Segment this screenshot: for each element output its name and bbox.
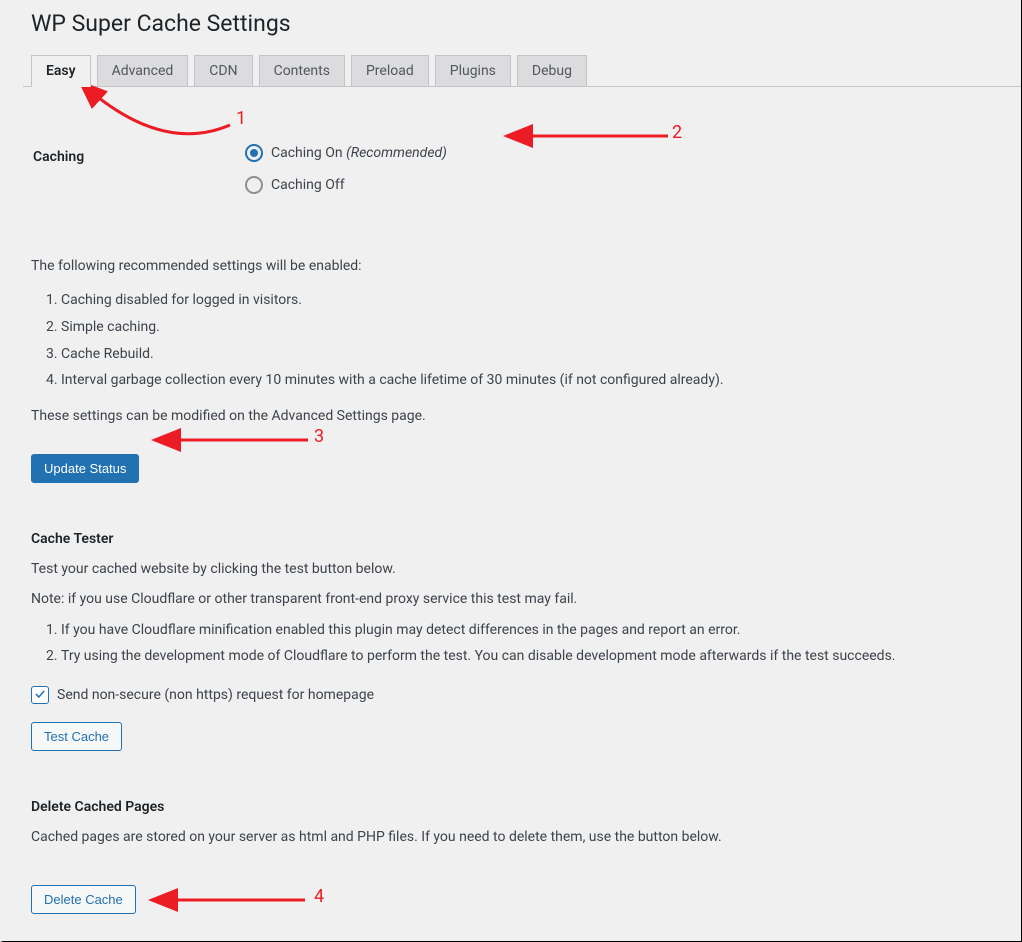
tab-advanced[interactable]: Advanced (97, 55, 189, 87)
tab-contents[interactable]: Contents (259, 55, 345, 87)
recommended-footer: These settings can be modified on the Ad… (31, 408, 993, 424)
list-item: Try using the development mode of Cloudf… (61, 643, 993, 670)
list-item: If you have Cloudflare minification enab… (61, 617, 993, 644)
cache-tester-intro: Test your cached website by clicking the… (31, 561, 993, 577)
radio-on-hint: (Recommended) (346, 145, 447, 161)
tab-plugins[interactable]: Plugins (435, 55, 511, 87)
checkbox-non-secure-label: Send non-secure (non https) request for … (57, 687, 374, 703)
list-item: Caching disabled for logged in visitors. (61, 287, 993, 314)
cache-tester-note: Note: if you use Cloudflare or other tra… (31, 591, 993, 607)
delete-cache-button[interactable]: Delete Cache (31, 885, 136, 914)
cache-tester-heading: Cache Tester (31, 531, 993, 547)
recommended-list: Caching disabled for logged in visitors.… (61, 287, 993, 393)
tab-debug[interactable]: Debug (517, 55, 587, 87)
delete-cached-heading: Delete Cached Pages (31, 799, 993, 815)
radio-on-label: Caching On (271, 145, 346, 161)
tab-preload[interactable]: Preload (351, 55, 429, 87)
radio-caching-off[interactable]: Caching Off (245, 176, 981, 194)
list-item: Simple caching. (61, 314, 993, 341)
checkbox-non-secure[interactable]: ✓ (31, 686, 49, 704)
test-cache-button[interactable]: Test Cache (31, 722, 122, 751)
page-title: WP Super Cache Settings (31, 1, 1001, 41)
caching-heading: Caching (33, 129, 233, 223)
list-item: Cache Rebuild. (61, 341, 993, 368)
list-item: Interval garbage collection every 10 min… (61, 367, 993, 394)
delete-cached-intro: Cached pages are stored on your server a… (31, 829, 993, 845)
tab-easy[interactable]: Easy (31, 55, 91, 87)
tab-bar: Easy Advanced CDN Contents Preload Plugi… (31, 55, 1001, 87)
radio-on-icon (245, 144, 263, 162)
radio-off-label: Caching Off (271, 177, 345, 193)
tab-cdn[interactable]: CDN (194, 55, 252, 87)
update-status-button[interactable]: Update Status (31, 454, 139, 483)
radio-caching-on[interactable]: Caching On (Recommended) (245, 144, 981, 162)
cache-tester-list: If you have Cloudflare minification enab… (61, 617, 993, 670)
recommended-intro: The following recommended settings will … (31, 255, 993, 277)
radio-off-icon (245, 176, 263, 194)
